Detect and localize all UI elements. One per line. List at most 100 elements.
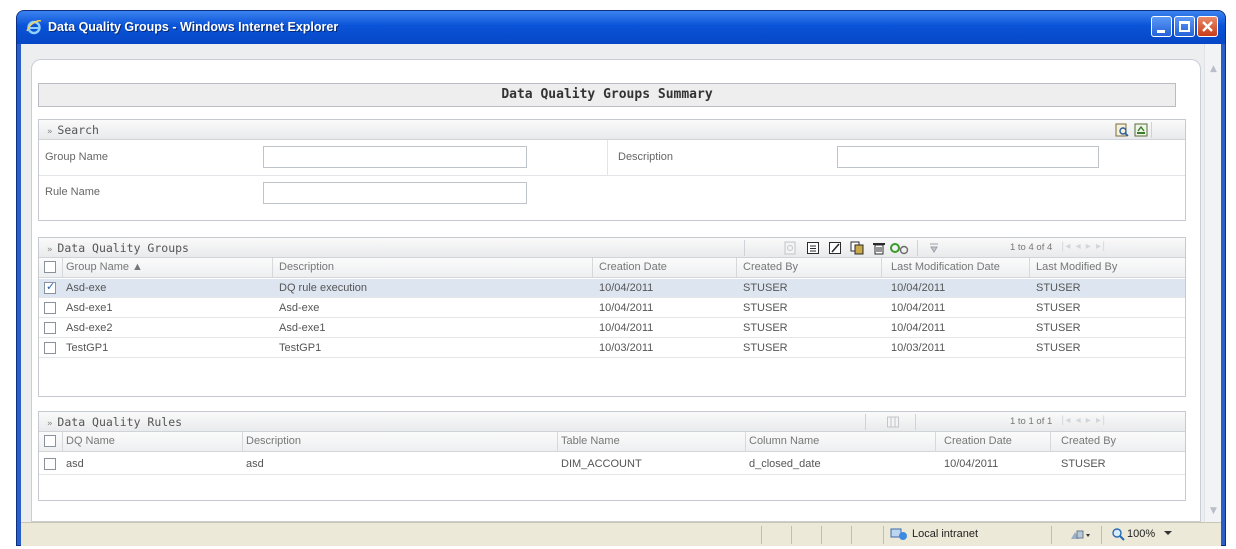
maximize-button[interactable] <box>1174 16 1195 37</box>
col-header-created-by[interactable]: Created By <box>743 261 798 273</box>
col-header-creation-date[interactable]: Creation Date <box>599 261 667 273</box>
group-name-cell: Asd-exe2 <box>66 322 113 334</box>
col-header-description[interactable]: Description <box>246 435 301 447</box>
edit-icon[interactable] <box>828 241 842 255</box>
zoom-icon[interactable] <box>1111 527 1125 541</box>
group-name-cell: Asd-exe <box>66 282 107 294</box>
dq-name-cell: asd <box>66 458 84 470</box>
delete-icon[interactable] <box>872 241 886 255</box>
column-divider <box>1050 432 1051 452</box>
column-divider <box>557 432 558 452</box>
checkmark-icon: ✓ <box>46 280 56 293</box>
search-title: Search <box>57 123 99 137</box>
window-title: Data Quality Groups - Windows Internet E… <box>48 20 339 34</box>
creation-date-cell: 10/04/2011 <box>599 322 654 334</box>
row-checkbox[interactable] <box>44 322 56 334</box>
col-header-description[interactable]: Description <box>279 261 334 273</box>
table-row[interactable]: asd asd DIM_ACCOUNT d_closed_date 10/04/… <box>39 453 1185 475</box>
filter-icon[interactable] <box>927 241 941 255</box>
rule-name-label: Rule Name <box>45 186 101 198</box>
protected-mode-icon[interactable] <box>1069 528 1091 541</box>
description-cell: Asd-exe <box>279 302 320 314</box>
column-divider <box>736 258 737 278</box>
created-by-cell: STUSER <box>743 302 788 314</box>
groups-table-header: Group Name ▲ Description Creation Date C… <box>39 258 1185 278</box>
maximize-icon <box>1179 21 1190 32</box>
row-checkbox[interactable] <box>44 458 56 470</box>
row-checkbox[interactable] <box>44 342 56 354</box>
search-header: » Search <box>39 120 1185 140</box>
select-all-checkbox[interactable] <box>44 261 56 273</box>
toolbar-separator <box>915 414 916 430</box>
col-header-creation-date[interactable]: Creation Date <box>944 435 1012 447</box>
pagination-arrows-icon[interactable]: |◂ ◂ ▸ ▸| <box>1061 415 1106 426</box>
minimize-button[interactable] <box>1151 16 1172 37</box>
description-label: Description <box>618 151 674 163</box>
groups-title: Data Quality Groups <box>57 241 189 255</box>
group-name-label: Group Name <box>45 151 108 163</box>
execute-icon[interactable] <box>890 241 910 255</box>
rules-title: Data Quality Rules <box>57 415 183 429</box>
row-checkbox[interactable] <box>44 302 56 314</box>
description-cell: TestGP1 <box>279 342 322 354</box>
col-header-dq-name[interactable]: DQ Name <box>66 435 115 447</box>
close-button[interactable] <box>1197 16 1218 37</box>
zoom-level[interactable]: 100% <box>1127 528 1155 540</box>
groups-pager: 1 to 4 of 4 <box>1010 242 1053 253</box>
add-icon[interactable] <box>806 241 820 255</box>
created-by-cell: STUSER <box>1061 458 1106 470</box>
ie-logo-icon <box>26 20 42 35</box>
column-divider <box>745 432 746 452</box>
collapse-icon[interactable]: » <box>47 127 52 137</box>
table-row[interactable]: Asd-exe1 Asd-exe 10/04/2011 STUSER 10/04… <box>39 299 1185 318</box>
rule-name-input[interactable] <box>263 182 527 204</box>
table-name-cell: DIM_ACCOUNT <box>561 458 642 470</box>
description-cell: DQ rule execution <box>279 282 368 294</box>
last-modification-date-cell: 10/03/2011 <box>891 342 946 354</box>
vertical-scrollbar[interactable]: ▲ ▼ <box>1204 44 1221 522</box>
col-header-group-name[interactable]: Group Name ▲ <box>66 261 143 273</box>
group-name-input[interactable] <box>263 146 527 168</box>
col-header-last-modification-date[interactable]: Last Modification Date <box>891 261 1000 273</box>
creation-date-cell: 10/04/2011 <box>944 458 999 470</box>
table-row[interactable]: ✓ Asd-exe DQ rule execution 10/04/2011 S… <box>39 279 1185 298</box>
select-all-checkbox[interactable] <box>44 435 56 447</box>
zoom-dropdown-icon[interactable] <box>1164 531 1172 535</box>
view-icon[interactable] <box>886 415 900 429</box>
row-checkbox[interactable]: ✓ <box>44 280 56 294</box>
column-divider <box>242 432 243 452</box>
collapse-icon[interactable]: » <box>47 245 52 255</box>
col-header-created-by[interactable]: Created By <box>1061 435 1116 447</box>
view-icon[interactable] <box>783 241 797 255</box>
collapse-icon[interactable]: » <box>47 419 52 429</box>
groups-header: » Data Quality Groups 1 to 4 of 4 |◂ ◂ ▸… <box>39 238 1185 258</box>
reset-icon[interactable] <box>1134 123 1148 137</box>
created-by-cell: STUSER <box>743 342 788 354</box>
table-row[interactable]: Asd-exe2 Asd-exe1 10/04/2011 STUSER 10/0… <box>39 319 1185 338</box>
scroll-down-icon[interactable]: ▼ <box>1207 504 1220 519</box>
column-divider <box>62 258 63 278</box>
column-divider <box>607 140 608 176</box>
last-modified-by-cell: STUSER <box>1036 322 1081 334</box>
col-header-last-modified-by[interactable]: Last Modified By <box>1036 261 1117 273</box>
status-pane <box>761 526 762 544</box>
last-modified-by-cell: STUSER <box>1036 342 1081 354</box>
description-cell: Asd-exe1 <box>279 322 326 334</box>
zone-label: Local intranet <box>912 528 979 540</box>
col-header-table-name[interactable]: Table Name <box>561 435 620 447</box>
copy-icon[interactable] <box>850 241 864 255</box>
toolbar-separator <box>744 240 745 256</box>
column-divider <box>881 258 882 278</box>
table-row[interactable]: TestGP1 TestGP1 10/03/2011 STUSER 10/03/… <box>39 339 1185 358</box>
scroll-up-icon[interactable]: ▲ <box>1207 62 1220 77</box>
pagination-arrows-icon[interactable]: |◂ ◂ ▸ ▸| <box>1061 241 1106 252</box>
status-bar: Local intranet 100% <box>21 522 1221 546</box>
browser-content: Data Quality Groups Summary » Search Gro… <box>21 44 1221 522</box>
status-pane <box>883 526 884 544</box>
last-modification-date-cell: 10/04/2011 <box>891 282 946 294</box>
description-input[interactable] <box>837 146 1099 168</box>
rules-table-header: DQ Name Description Table Name Column Na… <box>39 432 1185 452</box>
status-pane <box>1051 526 1052 544</box>
search-icon[interactable] <box>1115 123 1129 137</box>
col-header-column-name[interactable]: Column Name <box>749 435 819 447</box>
